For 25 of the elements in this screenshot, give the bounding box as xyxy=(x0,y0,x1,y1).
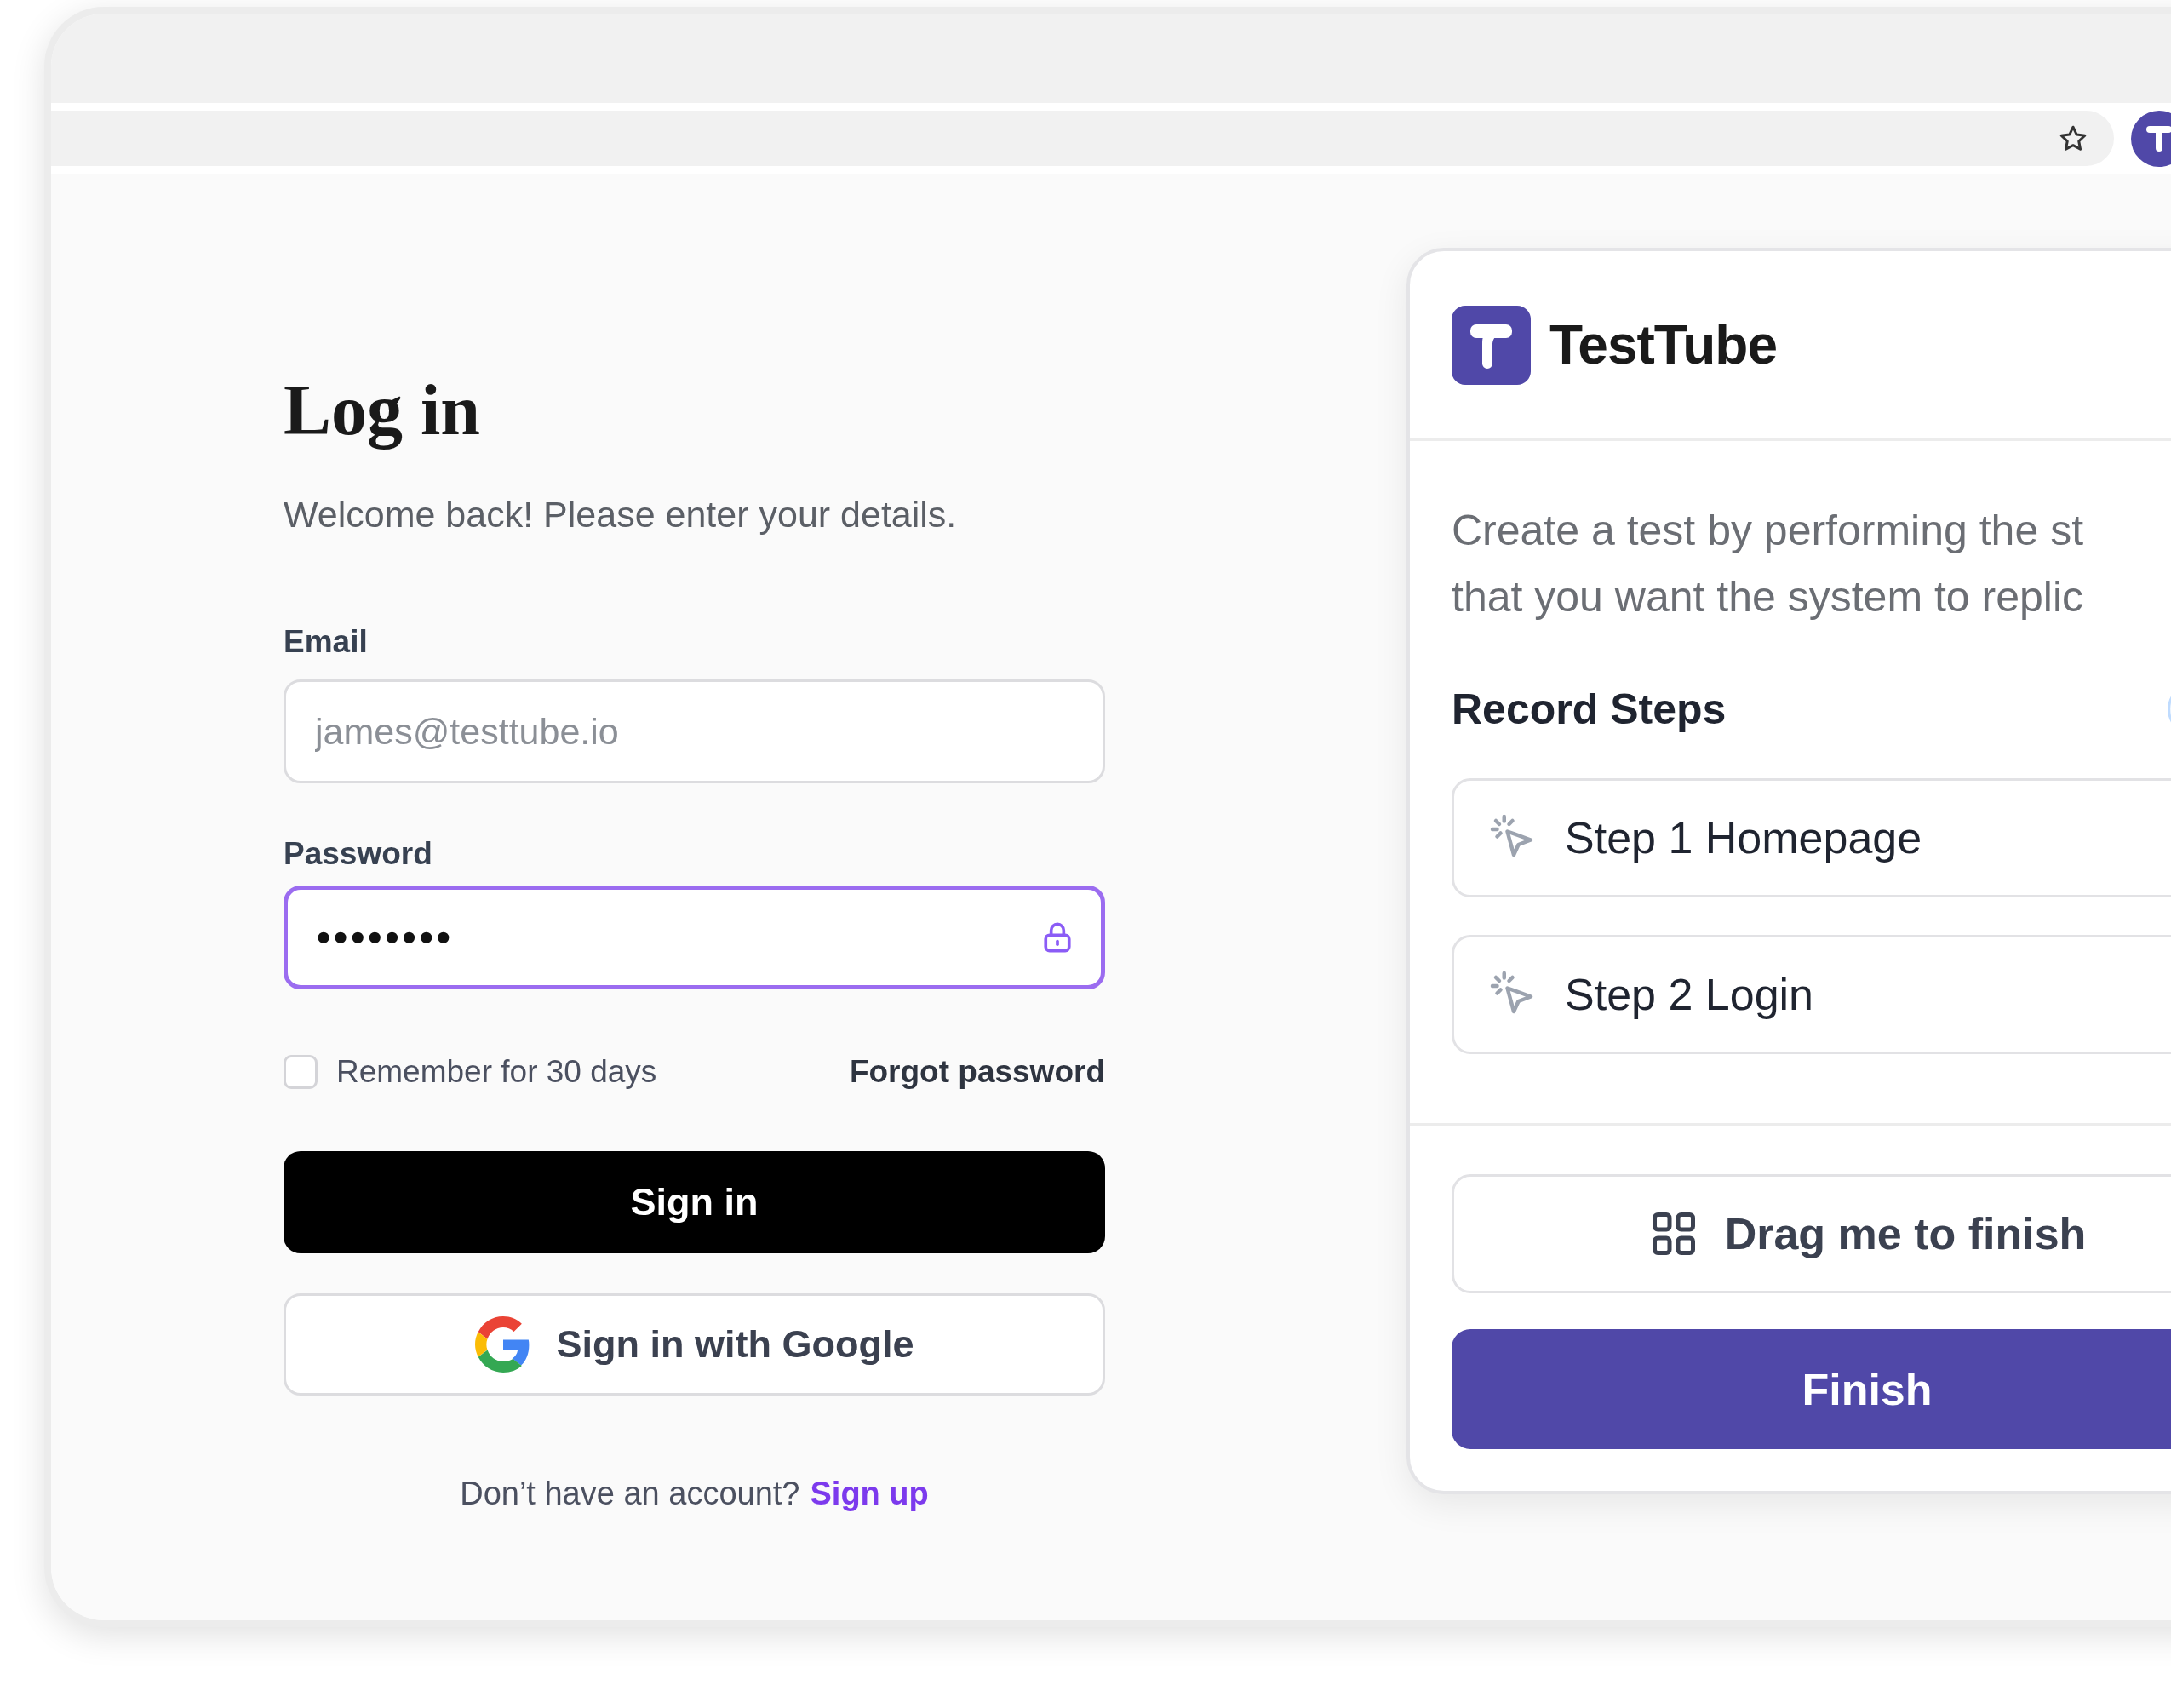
sign-in-button[interactable]: Sign in xyxy=(284,1151,1105,1253)
step-item[interactable]: Step 2 Login xyxy=(1452,935,2171,1054)
subtitle: Welcome back! Please enter your details. xyxy=(284,493,957,536)
logo-icon xyxy=(1452,305,1531,385)
brand-name: TestTube xyxy=(1549,313,1777,376)
page-title: Log in xyxy=(284,370,481,451)
step-label: Step 1 Homepage xyxy=(1565,812,1922,863)
remember-checkbox[interactable] xyxy=(284,1054,318,1089)
avatar-icon[interactable] xyxy=(2131,110,2171,167)
drag-button[interactable]: Drag me to finish xyxy=(1452,1174,2171,1293)
step-label: Step 2 Login xyxy=(1565,969,1814,1020)
checkbox-label: Remember for 30 days xyxy=(336,1053,657,1090)
description-line: that you want the system to replic xyxy=(1452,572,2084,622)
forgot-password-link[interactable]: Forgot password xyxy=(849,1053,1105,1090)
password-field[interactable]: •••••••• xyxy=(284,886,1105,989)
signup-prompt: Don’t have an account? xyxy=(460,1475,800,1513)
finish-button[interactable]: Finish xyxy=(1452,1329,2171,1449)
field-label: Password xyxy=(284,835,432,873)
google-icon xyxy=(474,1316,531,1373)
step-item[interactable]: Step 1 Homepage xyxy=(1452,778,2171,897)
field-label: Email xyxy=(284,623,368,661)
google-sign-in-button[interactable]: Sign in with Google xyxy=(284,1293,1105,1396)
section-title: Record Steps xyxy=(1452,685,1727,734)
description-line: Create a test by performing the st xyxy=(1452,506,2084,556)
sign-up-link[interactable]: Sign up xyxy=(810,1475,929,1513)
